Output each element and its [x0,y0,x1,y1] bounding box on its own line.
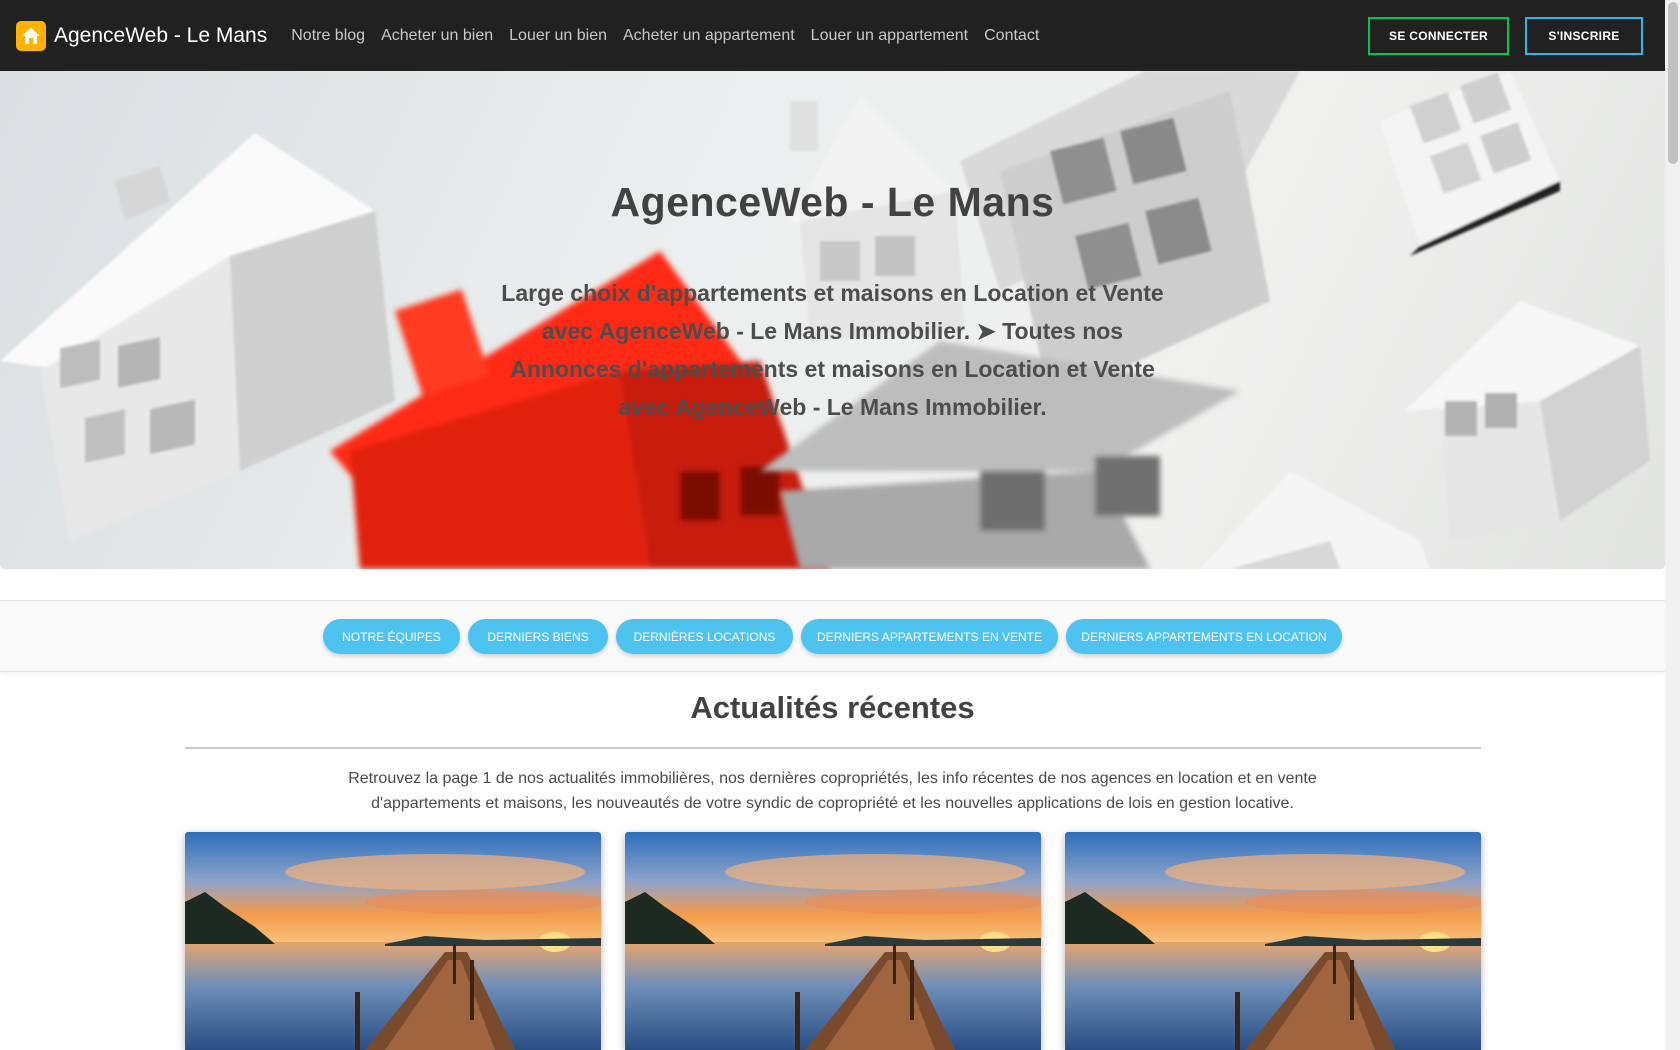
tab-team[interactable]: NOTRE ÉQUIPES [323,619,460,654]
news-intro: Retrouvez la page 1 de nos actualités im… [348,770,1317,812]
login-button[interactable]: SE CONNECTER [1368,17,1509,55]
news-card[interactable] [1065,832,1481,1050]
hero-title: AgenceWeb - Le Mans [610,179,1055,225]
signup-button[interactable]: S'INSCRIRE [1525,17,1643,55]
news-title: Actualités récentes [690,690,975,725]
scrollbar-thumb[interactable] [1668,2,1678,164]
top-navbar: AgenceWeb - Le Mans Notre blog Acheter u… [0,0,1665,71]
card-image [1065,832,1481,1050]
nav-link-blog[interactable]: Notre blog [283,27,373,45]
home-icon [16,20,46,51]
news-card[interactable] [185,832,601,1050]
hero-subtitle: Large choix d'appartements et maisons en… [501,280,1164,420]
section-tabs: NOTRE ÉQUIPES DERNIERS BIENS DERNIÈRES L… [0,600,1665,672]
tab-latest-rentals[interactable]: DERNIÈRES LOCATIONS [616,619,793,654]
tab-latest-properties[interactable]: DERNIERS BIENS [468,619,608,654]
divider [185,747,1481,749]
card-image [625,832,1041,1050]
nav-link-buy-property[interactable]: Acheter un bien [373,27,501,45]
news-card[interactable] [625,832,1041,1050]
nav-link-rent-apartment[interactable]: Louer un appartement [803,27,976,45]
hero-text: AgenceWeb - Le Mans Large choix d'appart… [470,179,1195,426]
nav-links: Notre blog Acheter un bien Louer un bien… [283,27,1047,45]
nav-link-buy-apartment[interactable]: Acheter un appartement [615,27,803,45]
nav-link-contact[interactable]: Contact [976,27,1047,45]
brand-name: AgenceWeb - Le Mans [54,23,268,47]
tab-apartments-for-rent[interactable]: DERNIERS APPARTEMENTS EN LOCATION [1066,619,1342,654]
brand-link[interactable]: AgenceWeb - Le Mans [16,20,268,51]
nav-link-rent-property[interactable]: Louer un bien [501,27,615,45]
page-scrollbar[interactable] [1665,0,1680,1050]
hero-banner: AgenceWeb - Le Mans Large choix d'appart… [0,71,1665,569]
card-image [185,832,601,1050]
nav-actions: SE CONNECTER S'INSCRIRE [1368,17,1643,55]
tab-apartments-for-sale[interactable]: DERNIERS APPARTEMENTS EN VENTE [801,619,1058,654]
